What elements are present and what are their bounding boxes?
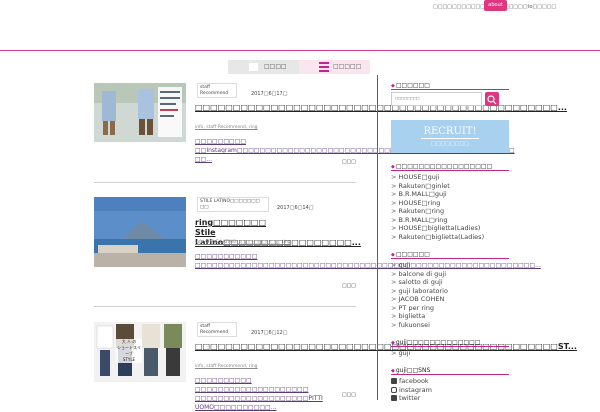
facebook-link[interactable]: facebook xyxy=(391,377,432,386)
shops-heading: □□□□□□□□□□□□□□□□□ xyxy=(391,163,492,170)
recruit-subtitle: □□□□□□□□ xyxy=(431,141,469,147)
store-link[interactable]: balcone di guji xyxy=(391,270,448,279)
heading-rule xyxy=(391,170,509,171)
post-categories[interactable]: info, staff Recommend, ring xyxy=(195,125,258,130)
shop-link[interactable]: Rakuten□biglietta(Ladies) xyxy=(391,233,485,242)
shop-link[interactable]: HOUSE□ring xyxy=(391,199,484,208)
guji-link[interactable]: guji xyxy=(391,349,411,358)
shop-link[interactable]: Rakuten□ring xyxy=(391,207,484,216)
instagram-icon xyxy=(391,386,397,393)
heading-rule xyxy=(391,89,509,90)
post-categories[interactable]: info, staff Recommend, ring xyxy=(195,364,258,369)
shop-link[interactable]: HOUSE□biglietta(Ladies) xyxy=(391,224,484,233)
post-thumbnail[interactable] xyxy=(94,197,186,267)
store-link[interactable]: salotto di guji xyxy=(391,278,448,287)
stores-heading: □□□□□□ xyxy=(391,251,430,258)
post-date: 2017□6□12□ xyxy=(251,330,288,336)
instagram-link[interactable]: instagram xyxy=(391,386,432,395)
search-button[interactable] xyxy=(485,92,499,106)
search-icon xyxy=(487,95,497,105)
post-excerpt[interactable]: □□□□□□□□□ □□Instagram□□□□□□□□□□□□□□□□□□□… xyxy=(195,137,515,164)
view-switch: □□□□ □□□□□ xyxy=(228,60,370,74)
stores-list: guji balcone di guji salotto di guji guj… xyxy=(391,261,448,329)
post-category-badge[interactable]: STILE LATINO□□□□□□□ □□ xyxy=(197,197,269,212)
heading-rule xyxy=(391,258,509,259)
search-input[interactable] xyxy=(391,92,482,106)
list-view-label: □□□□□ xyxy=(333,63,362,70)
post-date: 2017□6□14□ xyxy=(277,205,314,211)
post-item: staff Recommend 2017□6□17□ □□□□□□□□□□□□□… xyxy=(94,83,567,168)
post-title[interactable]: □□□□□□□□□□□□□□□□□□□□□□□□□□□□□□□□□□□□□□□□… xyxy=(195,342,577,352)
post-categories[interactable]: info, STILE LATINO□□□□□□□□□□, ring xyxy=(195,240,291,245)
post-excerpt[interactable]: □□□□□□□□□□□ □□□□□□□□□□□□□□□□□□□□□□□□□□□□… xyxy=(195,252,541,270)
guji-list: guji xyxy=(391,349,411,358)
sns-label: instagram xyxy=(399,385,432,394)
grid-view-label: □□□□ xyxy=(264,63,287,70)
recruit-rule xyxy=(421,138,479,139)
shop-link[interactable]: HOUSE□guji xyxy=(391,173,484,182)
post-date: 2017□6□17□ xyxy=(251,91,288,97)
post-item: 大 人 の ショートスリーブ STYLE staff Recommend 201… xyxy=(94,322,577,411)
post-item: STILE LATINO□□□□□□□ □□ 2017□6□14□ ring□□… xyxy=(94,197,541,293)
post-excerpt[interactable]: □□□□□□□□□□ □□□□□□□□□□□□□□□□□□□□ □□□□□□□□… xyxy=(195,376,355,412)
recruit-title: RECRUIT! xyxy=(423,126,477,137)
sns-heading: guji□□SNS xyxy=(391,367,430,374)
post-divider xyxy=(94,306,356,307)
post-title[interactable]: □□□□□□□□□□□□□□□□□□□□□□□□□□□□□□□□□□□□□□□□… xyxy=(195,103,567,113)
read-more-link[interactable]: □□□ xyxy=(342,159,356,165)
top-bar: □□□□□□□□□□□□□□□□□□□□to□□□□□ about xyxy=(0,0,600,51)
shop-link[interactable]: B.R.MALL□ring xyxy=(391,216,484,225)
list-icon xyxy=(319,62,329,72)
list-view-tab[interactable]: □□□□□ xyxy=(299,60,370,74)
store-link[interactable]: JACOB COHEN xyxy=(391,295,448,304)
post-thumbnail[interactable]: 大 人 の ショートスリーブ STYLE xyxy=(94,322,186,382)
facebook-icon xyxy=(391,378,397,384)
post-category-badge[interactable]: staff Recommend xyxy=(197,322,237,337)
online-shops-list: HOUSE□guji Rakuten□ginlet B.R.MALL□guji … xyxy=(391,173,485,242)
post-divider xyxy=(94,182,356,183)
sidebar-divider xyxy=(377,75,378,400)
sns-label: twitter xyxy=(399,394,421,402)
thumbnail-caption: 大 人 の ショートスリーブ STYLE xyxy=(116,339,142,363)
guji-heading: guji□□□□□□□□□□□□□ xyxy=(391,339,481,346)
sns-list: facebook instagram twitter xyxy=(391,377,432,403)
twitter-link[interactable]: twitter xyxy=(391,394,432,403)
post-thumbnail[interactable] xyxy=(94,83,186,142)
shop-link[interactable]: Rakuten□ginlet xyxy=(391,182,484,191)
read-more-link[interactable]: □□□ xyxy=(342,392,356,398)
store-link[interactable]: guji xyxy=(391,261,448,270)
grid-view-tab[interactable]: □□□□ xyxy=(228,60,299,74)
store-link[interactable]: fukuonsei xyxy=(391,321,448,330)
heading-rule xyxy=(391,374,509,375)
twitter-icon xyxy=(391,395,397,401)
store-link[interactable]: guji laboratorio xyxy=(391,287,448,296)
shop-link[interactable]: B.R.MALL□guji xyxy=(391,190,484,199)
post-category-badge[interactable]: staff Recommend xyxy=(197,83,237,98)
sns-label: facebook xyxy=(399,377,429,385)
grid-icon xyxy=(249,63,258,71)
store-link[interactable]: PT per ring xyxy=(391,304,448,313)
store-link[interactable]: biglietta xyxy=(391,312,448,321)
read-more-link[interactable]: □□□ xyxy=(342,283,356,289)
search-heading: □□□□□□ xyxy=(391,82,430,89)
heading-rule xyxy=(391,346,509,347)
about-button[interactable]: about xyxy=(484,0,507,11)
recruit-banner[interactable]: RECRUIT! □□□□□□□□ xyxy=(391,120,509,153)
